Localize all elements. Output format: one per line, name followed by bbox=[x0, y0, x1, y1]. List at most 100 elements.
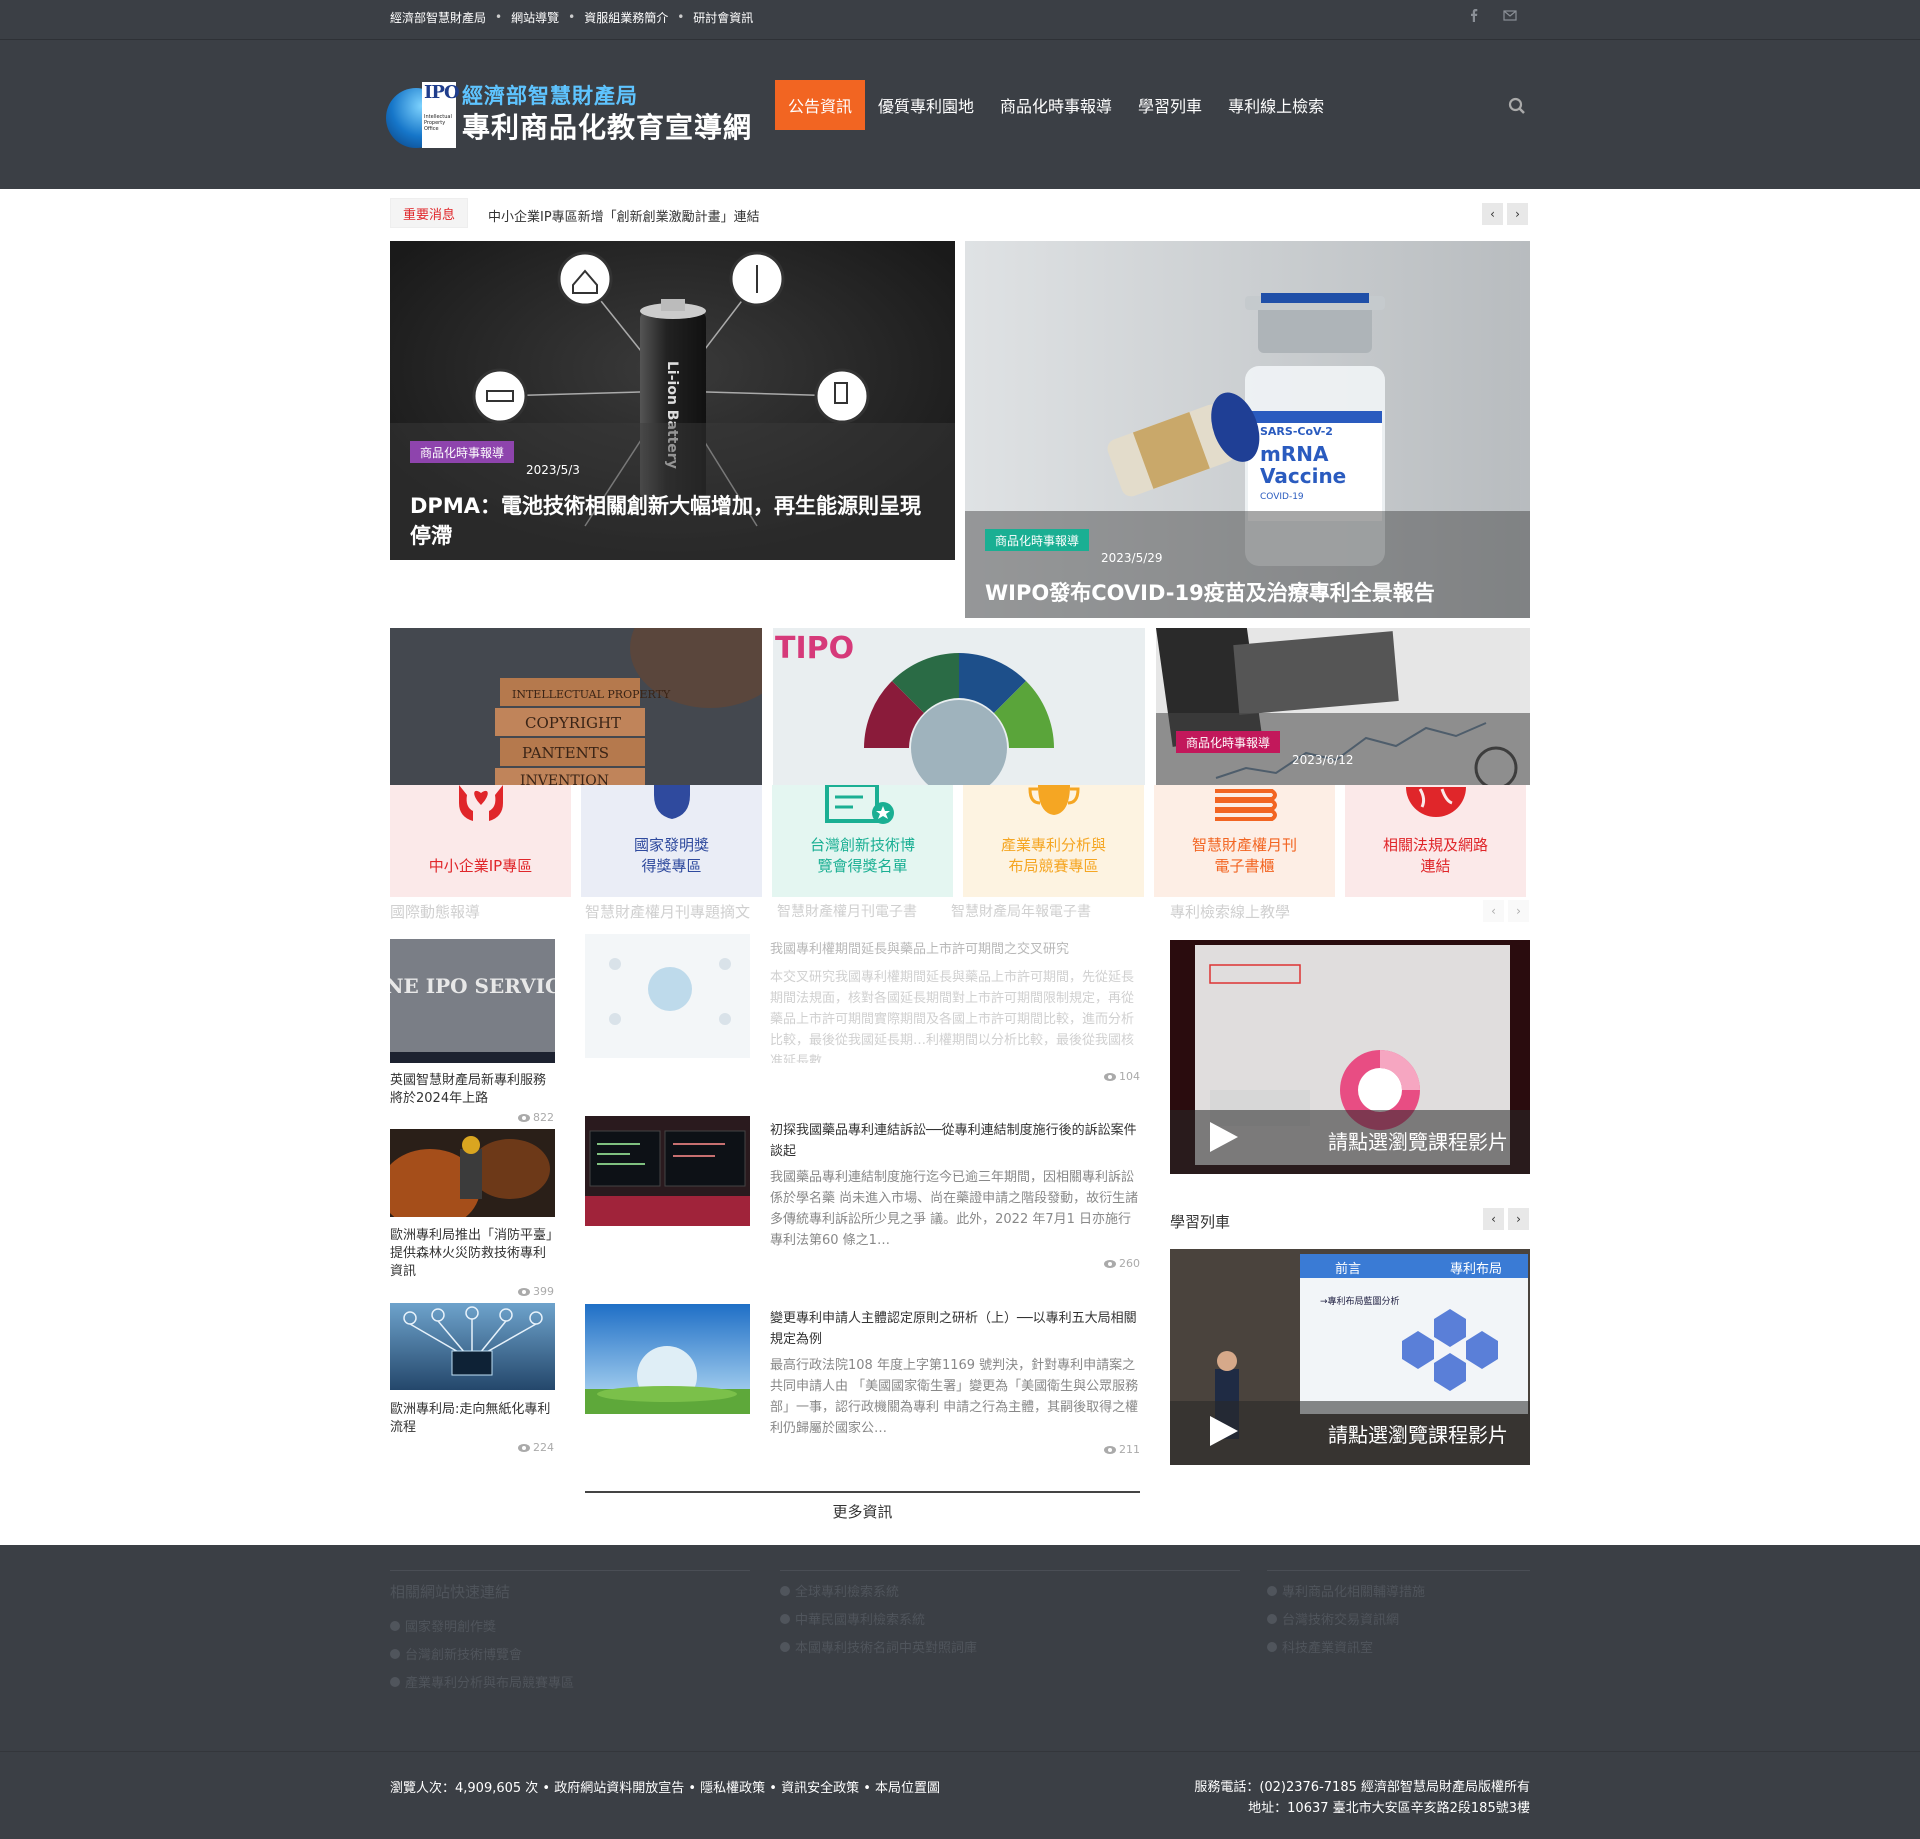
quick-link-patent-contest[interactable]: 產業專利分析與 布局競賽專區 bbox=[963, 785, 1144, 897]
play-icon[interactable] bbox=[1208, 1120, 1240, 1154]
news-title[interactable]: 歐洲專利局推出「消防平臺」提供森林火災防救技術專利資訊 bbox=[390, 1227, 555, 1281]
top-link-tipo[interactable]: 經濟部智慧財產局 bbox=[390, 9, 486, 26]
quick-link-innovation-expo[interactable]: 台灣創新技術博 覽會得獎名單 bbox=[772, 785, 953, 897]
paperless-image bbox=[390, 1303, 555, 1390]
featured-date: 2023/5/29 bbox=[1101, 551, 1163, 565]
footer-link[interactable]: 本國專利技術名詞中英對照詞庫 bbox=[780, 1637, 1240, 1656]
video-search-course[interactable]: 請點選瀏覽課程影片 bbox=[1170, 940, 1530, 1174]
site-logo[interactable]: IPO Intellectual Property Office 經濟部智慧財產… bbox=[384, 80, 764, 152]
nav-announcements[interactable]: 公告資訊 bbox=[775, 80, 866, 130]
featured-story-battery[interactable]: Li-ion Battery 商品化時事報導 2023/5/3 DPMA：電池技… bbox=[390, 241, 955, 560]
news-ticker: 重要消息 中小企業IP專區新增「創新創業激勵計畫」連結 ‹ › bbox=[390, 198, 1530, 230]
ticker-badge: 重要消息 bbox=[390, 198, 468, 228]
footer-link[interactable]: 專利商品化相關輔導措施 bbox=[1267, 1581, 1530, 1600]
article-excerpt: 最高行政法院108 年度上字第1169 號判決，針對專利申請案之共同申請人由 「… bbox=[770, 1358, 1139, 1436]
quick-link-monthly-ebook[interactable]: 智慧財產權月刊 電子書櫃 bbox=[1154, 785, 1335, 897]
section-title-ebook[interactable]: 智慧財產權月刊電子書 bbox=[777, 901, 917, 921]
article-excerpt: 本交叉研究我國專利權期間延長與藥品上市許可期間，先從延長期間法規面，核對各國延長… bbox=[770, 970, 1135, 1063]
quick-link-regulations[interactable]: 相關法規及網路 連結 bbox=[1345, 785, 1526, 897]
news-thumb-uk-ipo[interactable]: ONE IPO SERVICE bbox=[390, 939, 555, 1063]
video-caption: 請點選瀏覽課程影片 bbox=[1328, 1423, 1508, 1447]
block-label: INTELLECTUAL PROPERTY bbox=[512, 688, 671, 701]
vial-label-4: COVID-19 bbox=[1260, 492, 1304, 502]
view-count: 211 bbox=[1104, 1443, 1140, 1456]
block-label: INVENTION bbox=[520, 773, 609, 785]
footer-link[interactable]: 全球專利檢索系統 bbox=[780, 1581, 1240, 1600]
quick-link-label: 台灣創新技術博 覽會得獎名單 bbox=[809, 836, 915, 875]
view-count: 104 bbox=[1104, 1070, 1140, 1083]
more-info-link[interactable]: 更多資訊 bbox=[585, 1491, 1140, 1522]
article-thumb-1[interactable] bbox=[585, 934, 750, 1058]
news-thumb-paperless[interactable] bbox=[390, 1303, 555, 1390]
news-title[interactable]: 歐洲專利局:走向無紙化專利流程 bbox=[390, 1401, 555, 1437]
featured-category[interactable]: 商品化時事報導 bbox=[985, 529, 1090, 551]
article-title[interactable]: 變更專利申請人主體認定原則之研析（上）──以專利五大局相關規定為例 bbox=[770, 1308, 1140, 1350]
nav-learning-train[interactable]: 學習列車 bbox=[1125, 80, 1215, 130]
footer-link[interactable]: 台灣創新技術博覽會 bbox=[390, 1644, 750, 1663]
news-thumb-fire[interactable] bbox=[390, 1129, 555, 1217]
nav-patent-search[interactable]: 專利線上檢索 bbox=[1215, 80, 1337, 130]
section-title-search-teach: 專利檢索線上教學 bbox=[1170, 903, 1291, 921]
screen-text: →專利布局藍圖分析 bbox=[1320, 1295, 1400, 1307]
one-ipo-image: ONE IPO SERVICE bbox=[390, 939, 555, 1063]
top-link-service[interactable]: 資服組業務簡介 bbox=[584, 9, 668, 26]
view-count: 260 bbox=[1104, 1257, 1140, 1270]
view-count-value: 104 bbox=[1119, 1070, 1140, 1083]
video-train-course[interactable]: 前言 專利布局 →專利布局藍圖分析 請點選瀏覽課程影片 bbox=[1170, 1249, 1530, 1465]
screen-text: 前言 bbox=[1335, 1261, 1361, 1277]
nav-commercial-news[interactable]: 商品化時事報導 bbox=[987, 80, 1125, 130]
section-title-monthly[interactable]: 智慧財產權月刊專題摘文 bbox=[585, 901, 750, 922]
footer-link[interactable]: 產業專利分析與布局競賽專區 bbox=[390, 1672, 750, 1691]
footer-link[interactable]: 台灣技術交易資訊網 bbox=[1267, 1609, 1530, 1628]
nav-quality-patents[interactable]: 優質專利園地 bbox=[865, 80, 987, 130]
article-title[interactable]: 初探我國藥品專利連結訴訟──從專利連結制度施行後的訴訟案件談起 bbox=[770, 1120, 1140, 1162]
footer-link[interactable]: 國家發明創作獎 bbox=[390, 1616, 750, 1635]
quick-link-sme-ip[interactable]: 中小企業IP專區 bbox=[390, 785, 571, 897]
footer-visit-and-policies[interactable]: 瀏覽人次：4,909,605 次 • 政府網站資料開放宣告 • 隱私權政策 • … bbox=[390, 1777, 940, 1796]
mail-icon[interactable] bbox=[1503, 8, 1517, 22]
footer-col-quick-links: 相關網站快速連結 國家發明創作獎 台灣創新技術博覽會 產業專利分析與布局競賽專區 bbox=[390, 1570, 750, 1700]
video-prev-button[interactable]: ‹ bbox=[1483, 900, 1504, 922]
globe-network-image bbox=[585, 934, 750, 1058]
eye-icon bbox=[518, 1443, 530, 1452]
firefighter-image bbox=[390, 1129, 555, 1217]
featured-story-vaccine[interactable]: SARS-CoV-2 mRNA Vaccine COVID-19 商品化時事報導… bbox=[965, 241, 1530, 618]
top-link-sitemap[interactable]: 網站導覽 bbox=[511, 9, 559, 26]
ticker-text[interactable]: 中小企業IP專區新增「創新創業激勵計畫」連結 bbox=[488, 206, 760, 225]
footer-link[interactable]: 科技產業資訊室 bbox=[1267, 1637, 1530, 1656]
facebook-icon[interactable] bbox=[1467, 8, 1481, 22]
tile-stock-chart[interactable]: 商品化時事報導 2023/6/12 bbox=[1156, 628, 1530, 785]
hands-heart-icon bbox=[458, 785, 503, 821]
news-title[interactable]: 英國智慧財產局新專利服務將於2024年上路 bbox=[390, 1072, 555, 1108]
video-next-button[interactable]: › bbox=[1508, 900, 1529, 922]
top-utility-bar: 經濟部智慧財產局 • 網站導覽 • 資服組業務簡介 • 研討會資訊 bbox=[0, 0, 1920, 40]
social-links bbox=[1467, 8, 1517, 22]
ticker-prev-button[interactable]: ‹ bbox=[1482, 203, 1503, 225]
quick-link-invention-award[interactable]: 國家發明獎 得獎專區 bbox=[581, 785, 762, 897]
tile-tipo-wheel[interactable]: TIPO bbox=[773, 628, 1145, 785]
featured-title[interactable]: DPMA：電池技術相關創新大幅增加，再生能源則呈現停滯 bbox=[410, 491, 940, 551]
footer-address: 地址：10637 臺北市大安區辛亥路2段185號3樓 bbox=[1248, 1801, 1530, 1816]
article-thumb-3[interactable] bbox=[585, 1304, 750, 1414]
block-label: PANTENTS bbox=[522, 744, 609, 762]
play-icon[interactable] bbox=[1208, 1414, 1240, 1448]
tile-ip-blocks[interactable]: INTELLECTUAL PROPERTY COPYRIGHT PANTENTS… bbox=[390, 628, 762, 785]
top-link-seminar[interactable]: 研討會資訊 bbox=[693, 9, 753, 26]
train-prev-button[interactable]: ‹ bbox=[1483, 1208, 1504, 1230]
ip-blocks-image: INTELLECTUAL PROPERTY COPYRIGHT PANTENTS… bbox=[390, 628, 762, 785]
article-thumb-2[interactable] bbox=[585, 1116, 750, 1226]
tile-category[interactable]: 商品化時事報導 bbox=[1176, 731, 1281, 753]
footer-link[interactable]: 中華民國專利檢索系統 bbox=[780, 1609, 1240, 1628]
footer-contact: 服務電話：(02)2376-7185 經濟部智慧局財產局版權所有 地址：1063… bbox=[1194, 1777, 1530, 1819]
featured-category[interactable]: 商品化時事報導 bbox=[410, 441, 515, 463]
eye-icon bbox=[518, 1287, 530, 1296]
featured-title[interactable]: WIPO發布COVID-19疫苗及治療專利全景報告 bbox=[985, 578, 1515, 608]
section-title-annual[interactable]: 智慧財產局年報電子書 bbox=[951, 901, 1091, 921]
quick-link-label: 相關法規及網路 連結 bbox=[1382, 836, 1488, 875]
top-links: 經濟部智慧財產局 • 網站導覽 • 資服組業務簡介 • 研討會資訊 bbox=[390, 0, 753, 34]
search-icon[interactable] bbox=[1508, 97, 1526, 115]
article-title[interactable]: 我國專利權期間延長與藥品上市許可期間之交叉研究 bbox=[770, 939, 1140, 960]
train-next-button[interactable]: › bbox=[1508, 1208, 1529, 1230]
ticker-next-button[interactable]: › bbox=[1507, 203, 1528, 225]
section-title-intl[interactable]: 國際動態報導 bbox=[390, 901, 480, 922]
